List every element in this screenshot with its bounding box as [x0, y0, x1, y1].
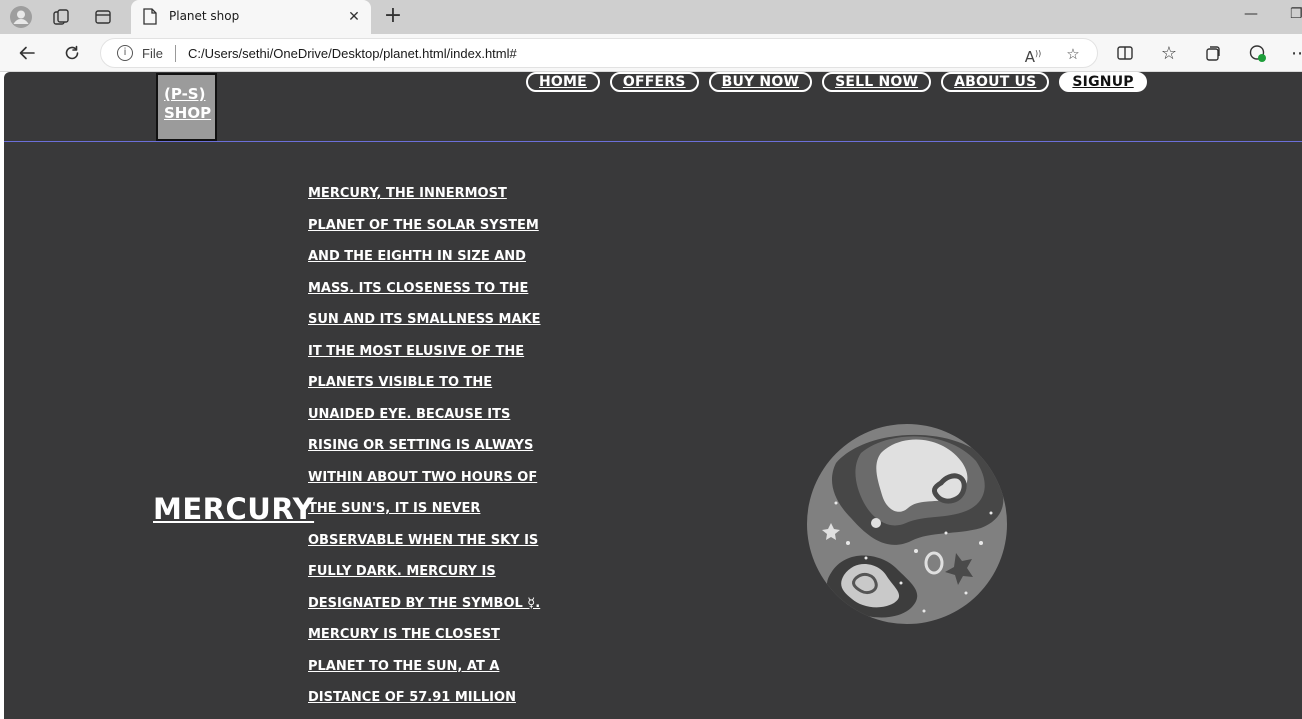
url-field[interactable]: i File C:/Users/sethi/OneDrive/Desktop/p…	[100, 38, 1098, 68]
browser-essentials-icon[interactable]	[1245, 41, 1269, 65]
back-icon[interactable]	[15, 41, 39, 65]
mercury-planet-image	[806, 423, 1008, 625]
browser-tab-bar: Planet shop ✕ + — ❐	[0, 0, 1302, 34]
url-scheme-label: File	[142, 46, 163, 61]
nav-sell-now-button[interactable]: SELL NOW	[822, 72, 932, 92]
tab-title: Planet shop	[169, 9, 240, 23]
refresh-icon[interactable]	[60, 41, 84, 65]
favorites-icon[interactable]: ☆	[1157, 41, 1181, 65]
new-tab-icon[interactable]: +	[381, 5, 405, 29]
browser-tab-active[interactable]: Planet shop ✕	[131, 0, 371, 34]
nav-signup-button[interactable]: SIGNUP	[1059, 72, 1147, 92]
planet-description[interactable]: MERCURY, THE INNERMOST PLANET OF THE SOL…	[308, 178, 548, 719]
site-header: (P-S) SHOP HOME OFFERS BUY NOW SELL NOW …	[4, 72, 1302, 142]
read-aloud-icon[interactable]: A))	[1023, 44, 1043, 66]
nav-about-us-button[interactable]: ABOUT US	[941, 72, 1050, 92]
main-nav: HOME OFFERS BUY NOW SELL NOW ABOUT US SI…	[526, 72, 1147, 92]
site-logo[interactable]: (P-S) SHOP	[156, 73, 217, 141]
browser-address-bar: i File C:/Users/sethi/OneDrive/Desktop/p…	[0, 34, 1302, 72]
nav-offers-button[interactable]: OFFERS	[609, 72, 699, 92]
workspaces-icon[interactable]	[49, 5, 73, 29]
logo-line-2: SHOP	[164, 104, 212, 122]
page-content: (P-S) SHOP HOME OFFERS BUY NOW SELL NOW …	[4, 72, 1302, 719]
nav-home-button[interactable]: HOME	[526, 72, 600, 92]
page-file-icon	[143, 8, 157, 30]
more-options-icon[interactable]: ⋯	[1288, 41, 1302, 65]
restore-window-icon[interactable]: ❐	[1290, 6, 1302, 22]
tab-actions-icon[interactable]	[91, 5, 115, 29]
minimize-window-icon[interactable]: —	[1244, 6, 1258, 22]
collections-icon[interactable]	[1201, 41, 1225, 65]
profile-icon[interactable]	[9, 5, 33, 29]
logo-line-1: (P-S)	[164, 85, 206, 103]
planet-name-heading[interactable]: MERCURY	[153, 492, 314, 526]
favorite-star-icon[interactable]: ☆	[1063, 44, 1083, 64]
split-screen-icon[interactable]	[1113, 41, 1137, 65]
url-separator	[175, 45, 176, 62]
site-info-icon[interactable]: i	[117, 45, 133, 61]
nav-buy-now-button[interactable]: BUY NOW	[708, 72, 813, 92]
url-text[interactable]: C:/Users/sethi/OneDrive/Desktop/planet.h…	[188, 46, 517, 61]
close-tab-icon[interactable]: ✕	[345, 7, 363, 25]
